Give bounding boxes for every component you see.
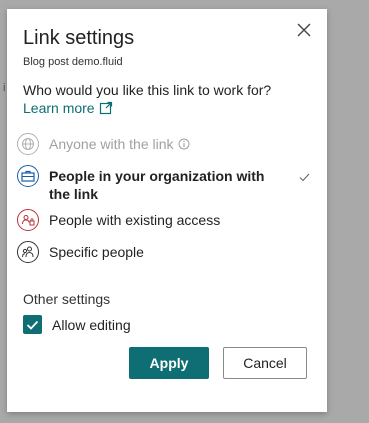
specific-people-icon — [17, 241, 39, 263]
option-label: People with existing access — [49, 212, 221, 228]
option-people-in-organization[interactable]: People in your organization with the lin… — [17, 165, 317, 205]
allow-editing-checkbox[interactable]: Allow editing — [23, 315, 131, 334]
organization-icon — [17, 165, 39, 187]
file-name: Blog post demo.fluid — [23, 56, 123, 68]
cancel-button[interactable]: Cancel — [223, 347, 307, 379]
close-button[interactable] — [293, 19, 315, 41]
close-icon — [297, 23, 311, 37]
dialog-title: Link settings — [23, 27, 135, 49]
other-settings-heading: Other settings — [23, 291, 111, 307]
external-link-icon — [99, 101, 112, 115]
option-label: People in your organization with the lin… — [49, 168, 265, 202]
info-icon — [178, 138, 190, 150]
learn-more-label: Learn more — [23, 100, 95, 116]
checkbox-checked-icon — [23, 315, 42, 334]
link-settings-dialog: Link settings Blog post demo.fluid Who w… — [7, 9, 327, 412]
background-glyph: i — [3, 82, 6, 94]
existing-access-icon — [17, 209, 39, 231]
option-label: Anyone with the link — [49, 136, 174, 152]
checkmark-icon — [299, 173, 310, 182]
option-people-with-existing-access[interactable]: People with existing access — [17, 205, 317, 235]
option-label: Specific people — [49, 244, 144, 260]
background-overlay — [327, 0, 369, 423]
option-specific-people[interactable]: Specific people — [17, 237, 317, 267]
apply-button[interactable]: Apply — [129, 347, 209, 379]
option-anyone-with-link[interactable]: Anyone with the link — [17, 129, 317, 159]
learn-more-link[interactable]: Learn more — [23, 100, 113, 116]
allow-editing-label: Allow editing — [52, 316, 131, 333]
globe-icon — [17, 133, 39, 155]
link-scope-question: Who would you like this link to work for… — [23, 82, 272, 98]
